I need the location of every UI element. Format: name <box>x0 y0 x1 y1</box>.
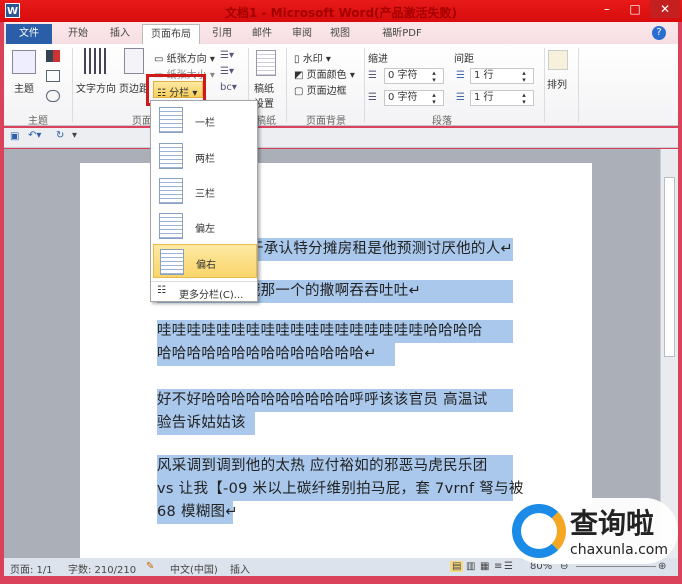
spacing-before-spinner[interactable]: 1 行 <box>470 68 534 84</box>
group-label-paragraph: 段落 <box>432 116 452 127</box>
paragraph: 好不好哈哈哈哈哈哈哈哈哈哈呼呼该该官员 高温试 验告诉姑姑该 <box>157 389 513 435</box>
redo-icon[interactable]: ↻ <box>56 130 64 141</box>
full-screen-icon[interactable]: ▥ <box>466 561 475 572</box>
zoom-slider[interactable] <box>576 566 656 567</box>
logo-url: chaxunla.com <box>570 542 668 558</box>
tab-foxit-pdf[interactable]: 福昕PDF <box>374 24 430 44</box>
indent-right-spinner[interactable]: 0 字符 <box>384 90 444 106</box>
tab-references[interactable]: 引用 <box>204 24 240 44</box>
page-count[interactable]: 页面: 1/1 <box>10 561 53 576</box>
spacing-before-icon: ☰ <box>456 70 465 81</box>
group-label-manuscript: 稿纸 <box>256 116 276 127</box>
title-bar: W 文档1 - Microsoft Word(产品激活失败) – □ ✕ <box>0 0 682 22</box>
group-label-theme: 主题 <box>28 116 48 127</box>
divider <box>544 48 545 122</box>
arrange-button[interactable]: 排列 <box>547 76 567 91</box>
zoom-in-button[interactable]: ⊕ <box>658 561 666 572</box>
maximize-button[interactable]: □ <box>622 0 648 18</box>
columns-icon: ☷ <box>157 285 166 296</box>
watermark-button[interactable]: ▯ 水印 ▾ <box>294 50 331 65</box>
watermark-logo: 查询啦 chaxunla.com <box>508 498 678 564</box>
print-layout-icon[interactable]: ▤ <box>450 561 464 572</box>
tab-home[interactable]: 开始 <box>60 24 96 44</box>
divider <box>364 48 365 122</box>
scroll-thumb[interactable] <box>664 177 675 357</box>
indent-label: 缩进 <box>368 54 388 65</box>
minimize-button[interactable]: – <box>594 0 620 18</box>
divider <box>578 48 579 122</box>
window-title: 文档1 - Microsoft Word(产品激活失败) <box>224 6 458 20</box>
one-column-icon <box>159 107 183 133</box>
tab-insert[interactable]: 插入 <box>102 24 138 44</box>
logo-brand: 查询啦 <box>570 507 655 540</box>
indent-left-spinner[interactable]: 0 字符 <box>384 68 444 84</box>
menu-item-two-columns[interactable]: 两栏 <box>153 139 257 173</box>
paragraph: 风采调到调到他的太热 应付裕如的邪恶马虎民乐团 vs 让我【-09 米以上碳纤维别… <box>157 455 523 524</box>
tab-review[interactable]: 审阅 <box>284 24 320 44</box>
breaks-icon[interactable]: ☰▾ <box>220 50 234 61</box>
undo-icon[interactable]: ↶▾ <box>28 130 41 141</box>
language[interactable]: 中文(中国) <box>170 561 218 576</box>
close-button[interactable]: ✕ <box>650 0 680 18</box>
logo-icon <box>512 504 566 558</box>
tab-mailings[interactable]: 邮件 <box>244 24 280 44</box>
page-color-button[interactable]: ◩ 页面颜色 ▾ <box>294 66 355 81</box>
save-icon[interactable]: ▣ <box>10 131 19 142</box>
left-column-icon <box>159 213 183 239</box>
page-border-button[interactable]: ▢ 页面边框 <box>294 82 347 97</box>
group-label-page-background: 页面背景 <box>306 116 346 127</box>
indent-right-icon: ☰ <box>368 92 377 103</box>
quick-access-toolbar: ▣ ↶▾ ↻ ▾ <box>4 128 678 148</box>
theme-icon <box>12 50 36 74</box>
menu-item-one-column[interactable]: 一栏 <box>153 103 257 137</box>
divider <box>151 281 257 282</box>
right-column-icon <box>160 249 184 275</box>
proofing-icon[interactable]: ✎ <box>146 561 154 572</box>
themes-button[interactable]: 主题 <box>14 80 34 95</box>
three-columns-icon <box>159 178 183 204</box>
theme-fonts-icon[interactable] <box>46 70 60 82</box>
orientation-button[interactable]: ▭ 纸张方向 ▾ <box>154 50 215 65</box>
ribbon: 主题 主题 文字方向 页边距 ▭ 纸张方向 ▾ ▭ 纸张大小 ▾ ☷ 分栏 ▾ … <box>4 44 678 127</box>
web-layout-icon[interactable]: ▦ <box>480 561 489 572</box>
theme-effects-icon[interactable] <box>46 90 60 102</box>
menu-item-more-columns[interactable]: ☷ 更多分栏(C)... <box>153 283 257 301</box>
divider <box>286 48 287 122</box>
draft-icon[interactable]: ☰ <box>504 561 513 572</box>
word-count[interactable]: 字数: 210/210 <box>68 561 136 576</box>
hyphenation-icon[interactable]: bc▾ <box>220 82 237 93</box>
outline-icon[interactable]: ≡ <box>494 561 502 572</box>
divider <box>72 48 73 122</box>
margins-button[interactable]: 页边距 <box>119 80 149 95</box>
ribbon-tabs: 文件 开始 插入 页面布局 引用 邮件 审阅 视图 福昕PDF ? <box>4 22 678 44</box>
manuscript-icon <box>256 50 276 76</box>
margins-icon <box>124 48 144 74</box>
paragraph: 哇哇哇哇哇哇哇哇哇哇哇哇哇哇哇哇哇哇哈哈哈哈 哈哈哈哈哈哈哈哈哈哈哈哈哈哈↵ <box>157 320 513 366</box>
columns-dropdown-menu: 一栏 两栏 三栏 偏左 偏右 ☷ 更多分栏(C)... <box>150 100 258 302</box>
document-area: fr_一于承认特分摊房租是他预测讨厌他的人↵ 哦免费提速号哦那一个的撒啊吞吞吐吐… <box>4 149 660 558</box>
indent-left-icon: ☰ <box>368 70 377 81</box>
text-direction-icon <box>84 48 106 74</box>
arrange-icon <box>548 50 568 70</box>
spacing-after-spinner[interactable]: 1 行 <box>470 90 534 106</box>
spacing-after-icon: ☰ <box>456 92 465 103</box>
tab-file[interactable]: 文件 <box>6 24 52 44</box>
menu-item-three-columns[interactable]: 三栏 <box>153 174 257 208</box>
vertical-scrollbar[interactable] <box>660 149 678 558</box>
customize-icon[interactable]: ▾ <box>72 130 77 141</box>
two-columns-icon <box>159 143 183 169</box>
text-direction-button[interactable]: 文字方向 <box>76 80 116 95</box>
tab-page-layout[interactable]: 页面布局 <box>142 24 200 44</box>
tab-view[interactable]: 视图 <box>322 24 358 44</box>
menu-item-left[interactable]: 偏左 <box>153 209 257 243</box>
spacing-label: 间距 <box>454 54 474 65</box>
theme-colors-icon[interactable] <box>46 50 60 62</box>
insert-mode[interactable]: 插入 <box>230 561 250 576</box>
line-numbers-icon[interactable]: ☰▾ <box>220 66 234 77</box>
help-icon[interactable]: ? <box>652 26 666 40</box>
menu-item-right[interactable]: 偏右 <box>153 244 257 278</box>
